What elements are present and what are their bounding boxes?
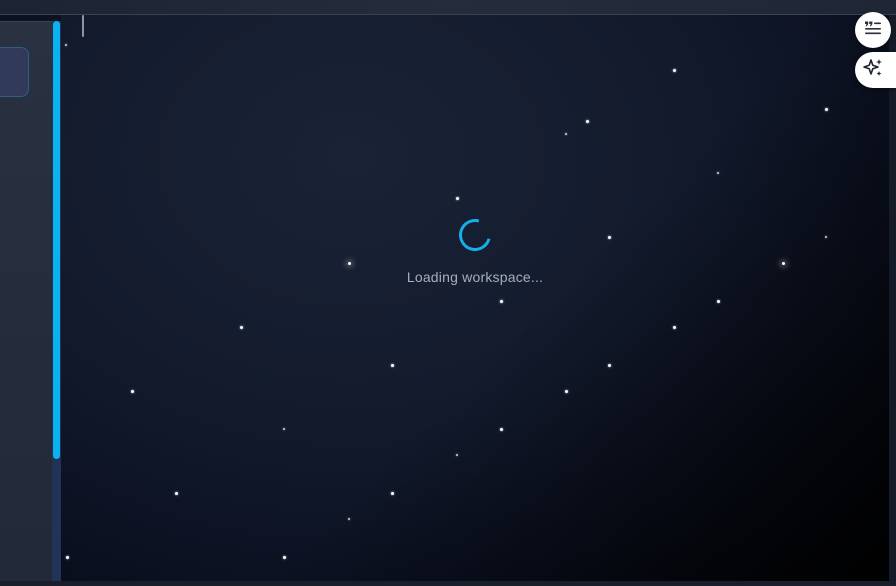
star [66,556,69,559]
sidebar-scrollbar-track[interactable] [52,21,61,581]
star [565,133,567,135]
sidebar-scrollbar-thumb[interactable] [53,21,60,459]
star [65,44,67,46]
star [608,364,611,367]
right-edge [889,15,896,581]
star [456,454,458,456]
sparkles-icon [862,57,884,84]
star [131,390,134,393]
star [717,172,719,174]
star [673,326,676,329]
star [717,300,720,303]
star [825,108,828,111]
star [825,236,827,238]
star [608,236,611,239]
star [348,518,350,520]
quote-list-icon [864,20,882,41]
star [586,120,589,123]
star [673,69,676,72]
ai-assistant-button[interactable] [855,52,896,88]
resize-handle[interactable] [82,15,84,37]
workspace-canvas [61,15,889,581]
star [565,390,568,393]
quote-list-button[interactable] [855,12,891,48]
star [500,300,503,303]
top-bar [0,0,896,15]
star [782,262,785,265]
star [348,262,351,265]
star [175,492,178,495]
sidebar [0,21,52,582]
star [283,428,285,430]
star [500,428,503,431]
bottom-bar [0,581,896,586]
sidebar-card[interactable] [0,47,29,97]
star [240,326,243,329]
star [456,197,459,200]
star [283,556,286,559]
star [391,364,394,367]
star [391,492,394,495]
app-window: Loading workspace... [0,0,896,586]
